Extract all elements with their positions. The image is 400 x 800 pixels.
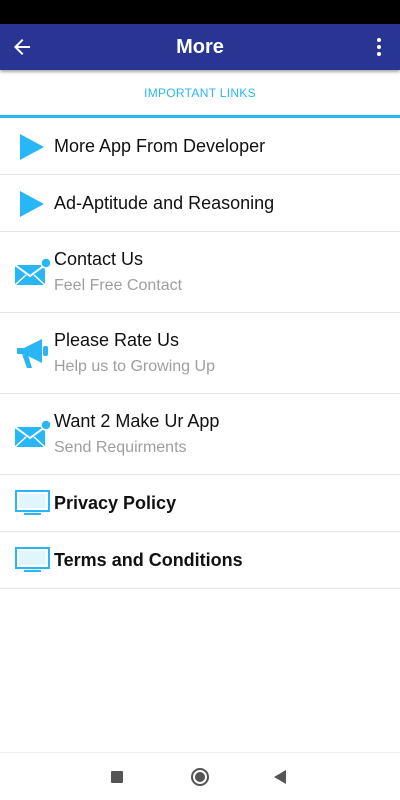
app-bar: More <box>0 24 400 70</box>
triangle-back-icon[interactable] <box>274 770 286 784</box>
list-item-title: Privacy Policy <box>54 493 177 513</box>
list-item-make-app[interactable]: Want 2 Make Ur App Send Requirments <box>0 394 400 475</box>
list-item-privacy-policy[interactable]: Privacy Policy <box>0 475 400 532</box>
list-item-contact-us[interactable]: Contact Us Feel Free Contact <box>0 232 400 313</box>
mail-notification-icon <box>14 256 52 293</box>
more-vertical-icon[interactable] <box>372 36 386 58</box>
page-title: More <box>176 36 224 58</box>
list-item-subtitle: Feel Free Contact <box>54 277 183 294</box>
section-header: IMPORTANT LINKS <box>0 70 400 118</box>
monitor-icon <box>14 489 52 522</box>
status-bar <box>0 0 400 24</box>
section-header-label: IMPORTANT LINKS <box>144 85 256 100</box>
list-item-subtitle: Help us to Growing Up <box>54 358 215 375</box>
list-item-more-apps[interactable]: More App From Developer <box>0 118 400 175</box>
list-item-title: Want 2 Make Ur App <box>54 411 220 431</box>
mail-notification-icon <box>14 418 52 455</box>
links-list: More App From Developer Ad-Aptitude and … <box>0 118 400 589</box>
list-item-title: Ad-Aptitude and Reasoning <box>54 193 275 213</box>
square-icon[interactable] <box>111 771 123 783</box>
list-item-subtitle: Send Requirments <box>54 439 187 456</box>
megaphone-icon <box>14 337 50 376</box>
monitor-icon <box>14 546 52 579</box>
list-item-rate-us[interactable]: Please Rate Us Help us to Growing Up <box>0 313 400 394</box>
play-icon <box>14 189 46 224</box>
list-item-aptitude[interactable]: Ad-Aptitude and Reasoning <box>0 175 400 232</box>
list-item-title: Contact Us <box>54 249 144 269</box>
list-item-title: Terms and Conditions <box>54 550 243 570</box>
play-icon <box>14 132 46 167</box>
list-item-terms[interactable]: Terms and Conditions <box>0 532 400 589</box>
system-nav-bar <box>0 752 400 800</box>
circle-icon[interactable] <box>191 768 209 786</box>
list-item-title: Please Rate Us <box>54 330 180 350</box>
list-item-title: More App From Developer <box>54 136 266 156</box>
